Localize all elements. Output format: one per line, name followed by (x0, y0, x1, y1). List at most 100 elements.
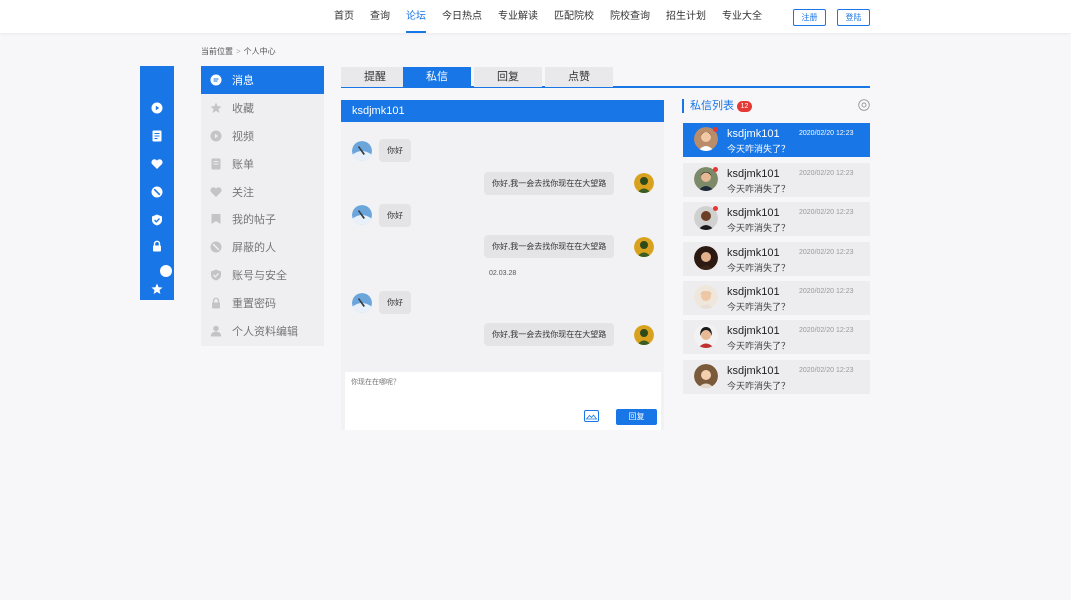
breadcrumb-label: 当前位置 (201, 47, 233, 56)
message-composer: 回复 (345, 372, 661, 430)
conversation-item[interactable]: ksdjmk101 2020/02/20 12:23 今天咋消失了？ (683, 123, 870, 157)
conversation-name: ksdjmk101 (727, 286, 780, 298)
chat-panel: ksdjmk101 你好 你好,我一会去找你现在在大望路 你好 你好,我一会去找… (341, 100, 664, 430)
menu-item-edit-profile[interactable]: 个人资料编辑 (201, 317, 324, 345)
message-tabs: 提醒 私信 回复 点赞 (341, 67, 870, 88)
block-icon[interactable] (151, 186, 163, 198)
reply-button[interactable]: 回复 (616, 409, 657, 425)
message-bubble: 你好 (379, 204, 411, 227)
conversation-item[interactable]: ksdjmk101 2020/02/20 12:23 今天咋消失了？ (683, 242, 870, 276)
menu-item-videos[interactable]: 视频 (201, 122, 324, 150)
tab-replies[interactable]: 回复 (474, 67, 542, 87)
menu-item-messages[interactable]: 消息 (201, 66, 324, 94)
heart-icon[interactable] (151, 158, 163, 170)
conversation-time: 2020/02/20 12:23 (799, 249, 854, 256)
conversation-item[interactable]: ksdjmk101 2020/02/20 12:23 今天咋消失了？ (683, 360, 870, 394)
menu-item-following[interactable]: 关注 (201, 178, 324, 206)
settings-icon[interactable] (858, 99, 870, 111)
unread-dot (713, 167, 718, 172)
menu-item-label: 收藏 (232, 103, 254, 115)
menu-item-favorites[interactable]: 收藏 (201, 94, 324, 122)
menu-item-my-posts[interactable]: 我的帖子 (201, 205, 324, 233)
breadcrumb-separator: > (236, 47, 241, 56)
conversation-item[interactable]: ksdjmk101 2020/02/20 12:23 今天咋消失了？ (683, 320, 870, 354)
conversation-item[interactable]: ksdjmk101 2020/02/20 12:23 今天咋消失了？ (683, 163, 870, 197)
contact-avatar[interactable] (352, 293, 372, 313)
menu-item-label: 重置密码 (232, 298, 276, 310)
tab-reminders[interactable]: 提醒 (341, 67, 409, 87)
menu-item-label: 消息 (232, 75, 254, 87)
play-icon (210, 130, 222, 142)
nav-item-majors[interactable]: 专业大全 (714, 0, 770, 33)
main-nav: 首页 查询 论坛 今日热点 专业解读 匹配院校 院校查询 招生计划 专业大全 (326, 0, 770, 33)
conversation-time: 2020/02/20 12:23 (799, 327, 854, 334)
menu-item-blocked-users[interactable]: 屏蔽的人 (201, 233, 324, 261)
play-icon[interactable] (151, 102, 163, 114)
nav-item-match-schools[interactable]: 匹配院校 (546, 0, 602, 33)
conversation-preview: 今天咋消失了？ (727, 341, 791, 351)
my-avatar[interactable] (634, 173, 654, 193)
login-button[interactable]: 登陆 (837, 9, 870, 26)
conversation-name: ksdjmk101 (727, 128, 780, 140)
post-icon (210, 213, 222, 225)
contact-avatar[interactable] (352, 205, 372, 225)
menu-item-label: 我的帖子 (232, 214, 276, 226)
lock-icon (210, 297, 222, 309)
menu-item-label: 屏蔽的人 (232, 242, 276, 254)
my-avatar[interactable] (634, 325, 654, 345)
menu-item-account-security[interactable]: 账号与安全 (201, 261, 324, 289)
conversation-name: ksdjmk101 (727, 207, 780, 219)
menu-item-bills[interactable]: 账单 (201, 150, 324, 178)
conversation-item[interactable]: ksdjmk101 2020/02/20 12:23 今天咋消失了？ (683, 281, 870, 315)
contact-avatar[interactable] (352, 141, 372, 161)
conversation-time: 2020/02/20 12:23 (799, 288, 854, 295)
conversation-item[interactable]: ksdjmk101 2020/02/20 12:23 今天咋消失了？ (683, 202, 870, 236)
chat-title: ksdjmk101 (341, 100, 664, 122)
conversation-name: ksdjmk101 (727, 365, 780, 377)
message-bubble: 你好,我一会去找你现在在大望路 (484, 172, 615, 195)
rail-toggle-dot[interactable] (160, 265, 172, 277)
avatar (694, 364, 718, 388)
conversation-name: ksdjmk101 (727, 247, 780, 259)
nav-item-major-analysis[interactable]: 专业解读 (490, 0, 546, 33)
nav-item-query[interactable]: 查询 (362, 0, 398, 33)
conversation-time: 2020/02/20 12:23 (799, 209, 854, 216)
menu-item-label: 账单 (232, 159, 254, 171)
shield-icon[interactable] (151, 214, 163, 226)
register-button[interactable]: 注册 (793, 9, 826, 26)
my-avatar[interactable] (634, 237, 654, 257)
tab-likes[interactable]: 点赞 (545, 67, 613, 87)
unread-dot (713, 127, 718, 132)
nav-item-forum[interactable]: 论坛 (398, 0, 434, 33)
conversation-preview: 今天咋消失了？ (727, 302, 791, 312)
left-icon-rail (140, 66, 174, 300)
nav-item-home[interactable]: 首页 (326, 0, 362, 33)
document-icon (210, 158, 222, 170)
conversation-name: ksdjmk101 (727, 168, 780, 180)
conversation-time: 2020/02/20 12:23 (799, 367, 854, 374)
image-upload-icon[interactable] (584, 410, 599, 422)
breadcrumb: 当前位置 > 个人中心 (201, 46, 276, 57)
conversation-preview: 今天咋消失了？ (727, 223, 791, 233)
avatar (694, 246, 718, 270)
avatar (694, 285, 718, 309)
menu-item-label: 个人资料编辑 (232, 326, 298, 338)
block-icon (210, 241, 222, 253)
top-navbar: 首页 查询 论坛 今日热点 专业解读 匹配院校 院校查询 招生计划 专业大全 注… (0, 0, 1071, 33)
message-bubble: 你好,我一会去找你现在在大望路 (484, 323, 615, 346)
document-icon[interactable] (151, 130, 163, 142)
breadcrumb-current[interactable]: 个人中心 (244, 47, 276, 56)
menu-item-reset-password[interactable]: 重置密码 (201, 289, 324, 317)
tab-private-messages[interactable]: 私信 (403, 67, 471, 87)
message-bubble: 你好 (379, 139, 411, 162)
unread-count-badge: 12 (737, 101, 752, 112)
conversation-time: 2020/02/20 12:23 (799, 170, 854, 177)
star-icon[interactable] (151, 283, 163, 295)
unread-dot (713, 206, 718, 211)
nav-item-school-query[interactable]: 院校查询 (602, 0, 658, 33)
lock-icon[interactable] (151, 240, 163, 252)
message-input[interactable] (351, 377, 651, 405)
nav-item-hot-today[interactable]: 今日热点 (434, 0, 490, 33)
nav-item-enrollment-plan[interactable]: 招生计划 (658, 0, 714, 33)
menu-item-label: 账号与安全 (232, 270, 287, 282)
